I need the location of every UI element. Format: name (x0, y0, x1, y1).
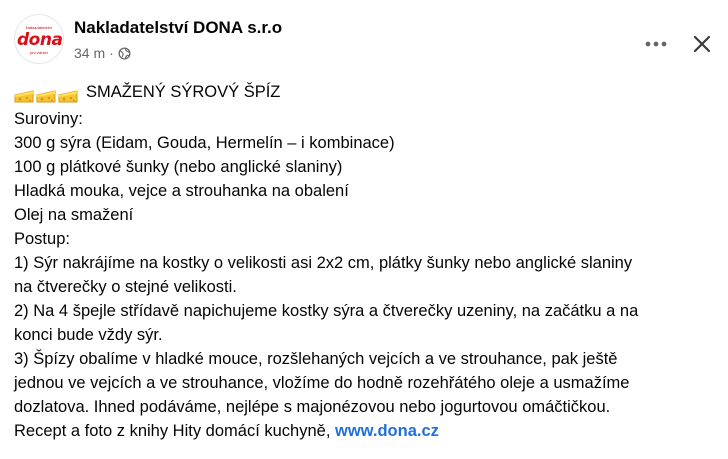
text-line: Olej na smažení (14, 206, 134, 224)
text-line: 2) Na 4 špejle střídavě napichujeme kost… (14, 302, 639, 320)
avatar-tag-text: pro zdraví (30, 50, 48, 55)
text-line: Suroviny: (14, 110, 83, 128)
text-line: 1) Sýr nakrájíme na kostky o velikosti a… (14, 254, 633, 272)
text-line: Postup: (14, 230, 70, 248)
more-options-icon (645, 41, 667, 47)
cheese-icon (36, 90, 56, 103)
text-line: dozlatova. Ihned podáváme, nejlépe s maj… (14, 398, 611, 416)
text-line: 300 g sýra (Eidam, Gouda, Hermelín – i k… (14, 134, 395, 152)
text-line: jednou ve vejcích a ve strouhance, vloží… (14, 374, 630, 392)
text-line: 100 g plátkové šunky (nebo anglické slan… (14, 158, 343, 176)
dona-logo: dona (17, 30, 63, 50)
post-meta: 34 m · (74, 44, 131, 62)
website-link[interactable]: www.dona.cz (335, 422, 439, 440)
page-name-link[interactable]: Nakladatelství DONA s.r.o (74, 18, 282, 38)
more-options-button[interactable] (638, 30, 674, 58)
avatar-logo: Nakladatelství dona pro zdraví (17, 17, 63, 61)
post-body: SMAŽENÝ SÝROVÝ ŠPÍZ Suroviny: 300 g sýra… (14, 80, 719, 443)
post-header: Nakladatelství dona pro zdraví Nakladate… (14, 14, 714, 70)
post-title-line: SMAŽENÝ SÝROVÝ ŠPÍZ (14, 80, 719, 107)
post-timestamp[interactable]: 34 m (74, 45, 105, 61)
post-title: SMAŽENÝ SÝROVÝ ŠPÍZ (86, 83, 281, 101)
text-line: 3) Špízy obalíme v hladké mouce, rozšleh… (14, 350, 618, 368)
text-line: konci bude vždy sýr. (14, 326, 163, 344)
text-line: na čtverečky o stejné velikosti. (14, 278, 237, 296)
facebook-post: Nakladatelství dona pro zdraví Nakladate… (0, 0, 728, 459)
text-line: Hladká mouka, vejce a strouhanka na obal… (14, 182, 349, 200)
globe-icon[interactable] (118, 46, 131, 60)
close-button[interactable] (686, 28, 718, 60)
recipe-source-text: Recept a foto z knihy Hity domácí kuchyn… (14, 422, 335, 440)
cheese-emojis (14, 83, 80, 107)
cheese-icon (14, 90, 34, 103)
cheese-icon (58, 90, 78, 103)
avatar[interactable]: Nakladatelství dona pro zdraví (14, 14, 64, 64)
recipe-source-line: Recept a foto z knihy Hity domácí kuchyn… (14, 419, 719, 443)
meta-separator: · (109, 45, 114, 61)
close-icon (693, 35, 711, 53)
